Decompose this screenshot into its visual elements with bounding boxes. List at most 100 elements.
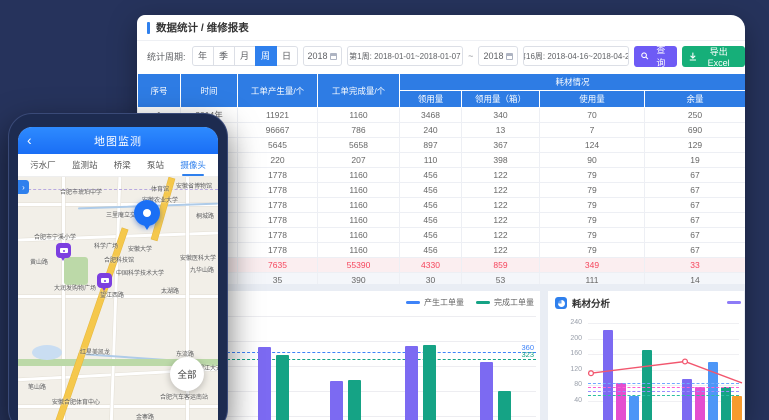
table-cell: 7635 — [238, 258, 318, 273]
phone-app-header: ‹ 地图监测 — [18, 127, 218, 154]
table-cell: 456 — [400, 198, 462, 213]
consumables-bar — [603, 330, 613, 420]
range-separator: ~ — [468, 51, 473, 61]
col-header-time: 时间 — [181, 74, 238, 108]
camera-map-pin-selected[interactable] — [134, 200, 160, 226]
end-week-range-field[interactable]: 第16周: 2018-04-16~2018-04-22 — [523, 46, 630, 66]
query-button[interactable]: 查询 — [634, 46, 676, 67]
table-cell: 398 — [462, 153, 540, 168]
export-excel-button[interactable]: 导出Excel — [682, 46, 745, 67]
table-row: 52018年177811604561227967 — [138, 168, 746, 183]
period-option-month[interactable]: 月 — [234, 46, 256, 66]
workorder-bar — [348, 380, 361, 420]
table-cell: 1778 — [238, 228, 318, 243]
period-option-day[interactable]: 日 — [276, 46, 298, 66]
show-all-button[interactable]: 全部 — [170, 357, 204, 391]
legend-item-created: 产生工单量 — [406, 297, 464, 308]
table-cell: 122 — [462, 198, 540, 213]
tab-monitor-station[interactable]: 监测站 — [71, 155, 99, 175]
calendar-icon — [330, 53, 337, 60]
camera-map-pin[interactable] — [97, 273, 112, 288]
map-label: 大润发购物广场 — [54, 283, 96, 292]
consumables-chart-card: 耗材分析 2402001601208040 — [548, 291, 744, 420]
period-label: 统计周期: — [147, 50, 186, 63]
map-label: 黄山路 — [30, 257, 48, 266]
table-cell: 250 — [645, 108, 746, 123]
period-option-quarter[interactable]: 季 — [213, 46, 235, 66]
table-row: 92022年177811604561227967 — [138, 228, 746, 243]
start-year-select[interactable]: 2018 — [303, 46, 342, 66]
col-header-consumables-group: 耗材情况 — [400, 74, 746, 91]
table-cell: 1160 — [318, 213, 400, 228]
phone-tab-bar: 污水厂 监测站 桥梁 泵站 摄像头 — [18, 154, 218, 177]
table-cell: 79 — [540, 228, 645, 243]
table-cell: 79 — [540, 213, 645, 228]
table-cell: 786 — [318, 123, 400, 138]
start-week-range-field[interactable]: 第1周: 2018-01-01~2018-01-07 — [347, 46, 464, 66]
table-cell: 4330 — [400, 258, 462, 273]
camera-map-pin[interactable] — [56, 243, 71, 258]
table-cell: 124 — [540, 138, 645, 153]
col-header-created: 工单产生量/个 — [238, 74, 318, 108]
map-label: 桐城路 — [196, 211, 214, 220]
map-label: 合肥科技馆 — [104, 255, 134, 264]
map-view[interactable]: 体育馆合肥市琥珀中学安徽省博物馆安徽农业大学三里庵立交桥桐城路合肥市宁溪小学科学… — [18, 177, 218, 420]
tab-pump-station[interactable]: 泵站 — [146, 155, 165, 175]
map-label: 笔山路 — [28, 382, 46, 391]
table-cell: 690 — [645, 123, 746, 138]
y-axis-tick: 200 — [552, 335, 582, 342]
end-year-value: 2018 — [483, 51, 503, 61]
consumables-chart-title: 耗材分析 — [572, 296, 610, 310]
map-label: 望江西路 — [100, 290, 124, 299]
map-label: 金寨路 — [136, 412, 154, 420]
consumables-bar — [682, 379, 692, 420]
period-option-week[interactable]: 周 — [255, 46, 277, 66]
breadcrumb-accent — [147, 22, 150, 34]
table-cell: 1160 — [318, 168, 400, 183]
y-axis-tick: 240 — [552, 319, 582, 326]
chart-gridline — [227, 316, 536, 317]
tab-sewage-plant[interactable]: 污水厂 — [29, 155, 57, 175]
table-cell: 456 — [400, 243, 462, 258]
end-year-select[interactable]: 2018 — [478, 46, 517, 66]
consumables-legend-mark — [727, 301, 741, 304]
workorder-bar — [330, 381, 343, 420]
pie-chart-icon — [555, 297, 567, 309]
threshold-line — [227, 352, 536, 353]
tab-bridge[interactable]: 桥梁 — [113, 155, 132, 175]
phone-mockup: ‹ 地图监测 污水厂 监测站 桥梁 泵站 摄像头 — [8, 113, 228, 420]
table-cell: 1778 — [238, 198, 318, 213]
legend-label-completed: 完成工单量 — [494, 297, 534, 308]
col-header-completed: 工单完成量/个 — [318, 74, 400, 108]
tab-camera[interactable]: 摄像头 — [179, 155, 207, 175]
period-option-year[interactable]: 年 — [192, 46, 214, 66]
table-cell: 122 — [462, 213, 540, 228]
map-label: 安徽合肥体育中心 — [52, 397, 100, 406]
map-label: 合肥市琥珀中学 — [60, 187, 102, 196]
table-cell: 79 — [540, 168, 645, 183]
consumables-bar — [642, 350, 652, 420]
table-cell: 456 — [400, 168, 462, 183]
col-header-sub-3: 余量 — [645, 91, 746, 108]
table-cell: 129 — [645, 138, 746, 153]
back-arrow-icon[interactable]: ‹ — [27, 131, 32, 149]
report-table-header: 序号 时间 工单产生量/个 工单完成量/个 耗材情况 领用量 领用量（箱） 使用… — [138, 74, 746, 108]
table-cell: 67 — [645, 213, 746, 228]
table-cell: 122 — [462, 243, 540, 258]
workorder-bar — [258, 347, 271, 420]
map-label: 太湖路 — [161, 286, 179, 295]
table-cell: 367 — [462, 138, 540, 153]
workorder-bar — [498, 391, 511, 420]
threshold-line — [588, 387, 739, 388]
table-cell: 55390 — [318, 258, 400, 273]
col-header-sub-1: 领用量（箱） — [462, 91, 540, 108]
col-header-index: 序号 — [138, 74, 181, 108]
y-axis-tick: 160 — [552, 350, 582, 357]
threshold-line — [588, 391, 739, 392]
table-row: 82021年177811604561227967 — [138, 213, 746, 228]
expand-panel-button[interactable]: › — [18, 180, 29, 194]
table-cell: 207 — [318, 153, 400, 168]
screenshot-root: 数据统计 / 维修报表 统计周期: 年 季 月 周 日 2018 第1周: 20… — [0, 0, 769, 420]
table-cell: 349 — [540, 258, 645, 273]
table-cell: 33 — [645, 258, 746, 273]
